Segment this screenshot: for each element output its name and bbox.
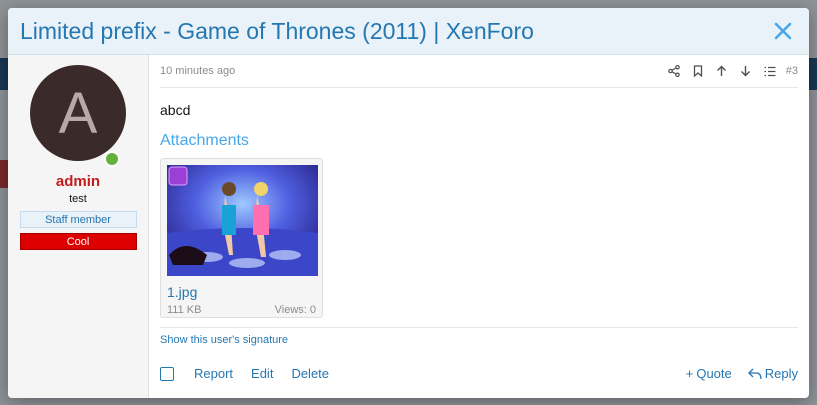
attachment-views: Views: 0 [274, 304, 316, 316]
overlay-header: Limited prefix - Game of Thrones (2011) … [8, 8, 809, 55]
reply-icon [747, 368, 762, 379]
message-attribution: 10 minutes ago #3 [160, 55, 798, 88]
show-signature-link[interactable]: Show this user's signature [160, 327, 798, 346]
share-button[interactable] [662, 62, 686, 80]
arrow-up-icon [717, 65, 727, 76]
share-icon [667, 65, 680, 77]
attachments-heading: Attachments [160, 132, 249, 149]
list-icon [764, 66, 776, 76]
post-date[interactable]: 10 minutes ago [160, 65, 662, 77]
delete-link[interactable]: Delete [291, 366, 329, 381]
online-indicator-icon [104, 151, 120, 167]
user-title: test [69, 193, 87, 205]
message: A admin test Staff member Cool 10 minute… [8, 55, 809, 398]
message-main-cell: 10 minutes ago #3 abcd Attachments 1.jpg… [149, 55, 809, 398]
report-link[interactable]: Report [194, 366, 233, 381]
bookmark-icon [693, 65, 702, 77]
quote-button[interactable]: + Quote [686, 366, 732, 381]
upvote-button[interactable] [710, 62, 734, 80]
multi-quote-button[interactable] [758, 62, 782, 80]
reply-button[interactable]: Reply [747, 366, 798, 381]
close-button[interactable] [769, 17, 797, 45]
attachment-image-icon [167, 165, 318, 276]
username[interactable]: admin [56, 173, 100, 190]
cool-banner: Cool [19, 233, 137, 250]
edit-link[interactable]: Edit [251, 366, 273, 381]
overlay-title: Limited prefix - Game of Thrones (2011) … [20, 17, 534, 44]
avatar-letter: A [58, 80, 98, 146]
attachment-card[interactable]: 1.jpg 111 KB Views: 0 [160, 158, 323, 318]
reply-label: Reply [764, 366, 798, 381]
message-actions: Report Edit Delete + Quote Reply [160, 366, 798, 381]
attachment-size: 111 KB [167, 304, 202, 316]
message-user-cell: A admin test Staff member Cool [8, 55, 149, 398]
avatar[interactable]: A [30, 65, 126, 167]
post-overlay: Limited prefix - Game of Thrones (2011) … [8, 8, 809, 398]
staff-banner: Staff member [19, 211, 137, 228]
close-icon [774, 22, 792, 40]
attachment-filename[interactable]: 1.jpg [167, 284, 316, 300]
plus-icon: + [685, 366, 694, 381]
arrow-down-icon [741, 66, 751, 77]
attachment-meta: 111 KB Views: 0 [167, 304, 316, 316]
post-body: abcd [160, 102, 191, 118]
downvote-button[interactable] [734, 62, 758, 80]
bookmark-button[interactable] [686, 62, 710, 80]
attachment-thumbnail[interactable] [167, 165, 318, 276]
select-checkbox[interactable] [160, 366, 174, 381]
post-number-link[interactable]: #3 [786, 65, 798, 77]
quote-label: Quote [696, 366, 732, 381]
